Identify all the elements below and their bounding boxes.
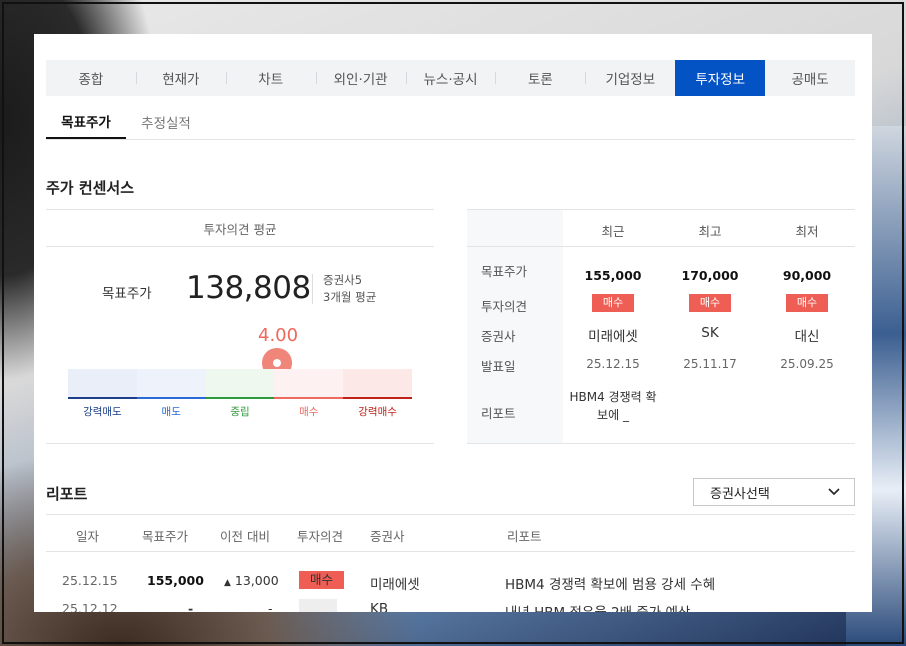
opinion-badge-empty	[299, 599, 337, 612]
header-change: 이전 대비	[220, 529, 270, 544]
scale-label-strong-buy: 강력매수	[358, 406, 397, 418]
buy-badge: 매수	[688, 294, 732, 312]
table-row[interactable]: 25.12.15 155,000 ▲ 13,000 매수 미래에셋 HBM4 경…	[46, 567, 855, 595]
scale-segment	[343, 369, 412, 397]
subtab-target-price[interactable]: 목표주가	[46, 104, 126, 139]
scale-line-segment	[343, 397, 412, 399]
table-row[interactable]: 25.12.12 - - KB 내년 HBM 점유율 2배 증가 예상	[46, 595, 855, 612]
header-opinion: 투자의견	[297, 529, 344, 544]
scale-line-segment	[205, 397, 275, 399]
report-title: 리포트	[46, 485, 88, 503]
subtab-estimated-earnings[interactable]: 추정실적	[126, 104, 206, 139]
tab-company-info[interactable]: 기업정보	[585, 60, 675, 96]
tab-current-price[interactable]: 현재가	[135, 60, 226, 96]
highest-opinion: 매수	[662, 294, 758, 312]
header-highest: 최고	[698, 224, 722, 239]
scale-segment	[68, 369, 137, 397]
target-price-label: 목표주가	[102, 286, 152, 302]
buy-badge: 매수	[299, 571, 345, 589]
sub-tabs: 목표주가 추정실적	[46, 104, 855, 140]
consensus-meta: 증권사5 3개월 평균	[323, 272, 376, 306]
row-broker: 미래에셋	[370, 577, 420, 593]
lowest-opinion: 매수	[759, 294, 855, 312]
broker-count: 증권사5	[323, 273, 363, 287]
recent-price: 155,000	[584, 268, 642, 283]
row-opinion	[299, 599, 337, 612]
row-label-report: 리포트	[481, 406, 516, 421]
tab-foreign-institution[interactable]: 외인·기관	[315, 60, 406, 96]
tab-news-disclosure[interactable]: 뉴스·공시	[405, 60, 496, 96]
recent-date: 25.12.15	[586, 357, 640, 371]
highest-broker: SK	[701, 325, 719, 341]
row-label-date: 발표일	[481, 359, 516, 374]
tab-investment-info[interactable]: 투자정보	[675, 60, 766, 96]
tab-summary[interactable]: 종합	[46, 60, 136, 96]
scale-line-segment	[274, 397, 344, 399]
recent-broker: 미래에셋	[588, 329, 638, 345]
opinion-scale-line	[68, 397, 412, 399]
consensus-average-header: 투자의견 평균	[46, 210, 434, 247]
scale-segment	[205, 369, 275, 397]
tab-chart[interactable]: 차트	[225, 60, 316, 96]
lowest-date: 25.09.25	[780, 357, 834, 371]
highest-date: 25.11.17	[683, 357, 737, 371]
row-date: 25.12.15	[62, 573, 118, 588]
row-change: -	[268, 601, 273, 612]
report-table-header: 일자 목표주가 이전 대비 투자의견 증권사 리포트	[46, 514, 855, 552]
chevron-down-icon	[828, 488, 840, 496]
row-opinion: 매수	[299, 571, 345, 589]
target-price-value: 138,808	[186, 270, 311, 306]
tab-short-selling[interactable]: 공매도	[765, 60, 855, 96]
tab-discussion[interactable]: 토론	[495, 60, 585, 96]
investment-info-panel: 종합 현재가 차트 외인·기관 뉴스·공시 토론 기업정보 투자정보 공매도 목…	[34, 34, 872, 612]
header-report: 리포트	[507, 529, 542, 544]
row-price: 155,000	[147, 573, 204, 588]
recent-high-low-table: 최근 최고 최저 목표주가 투자의견 증권사 발표일 리포트 155,000 1…	[467, 209, 855, 444]
main-tabs: 종합 현재가 차트 외인·기관 뉴스·공시 토론 기업정보 투자정보 공매도	[46, 60, 855, 96]
scale-label-neutral: 중립	[230, 406, 250, 418]
row-price: -	[188, 601, 194, 612]
broker-select[interactable]: 증권사선택	[693, 478, 855, 506]
recent-report-link[interactable]: HBM4 경쟁력 확보에 _	[568, 388, 658, 424]
scale-segment	[274, 369, 344, 397]
row-change: ▲ 13,000	[224, 573, 279, 588]
scale-label-buy: 매수	[299, 406, 319, 418]
row-date: 25.12.12	[62, 601, 118, 612]
average-period: 3개월 평균	[323, 290, 377, 304]
buy-badge: 매수	[591, 294, 635, 312]
consensus-average-box: 투자의견 평균 목표주가 138,808 증권사5 3개월 평균 4.00 강력…	[46, 209, 434, 444]
opinion-scale-labels: 강력매도 매도 중립 매수 강력매수	[68, 404, 412, 419]
header-broker: 증권사	[370, 529, 405, 544]
scale-label-strong-sell: 강력매도	[83, 406, 122, 418]
header-lowest: 최저	[795, 224, 819, 239]
highest-price: 170,000	[681, 268, 739, 283]
opinion-score: 4.00	[258, 325, 299, 346]
header-date: 일자	[76, 529, 100, 544]
row-label-target-price: 목표주가	[481, 264, 528, 279]
row-change-value: 13,000	[234, 573, 279, 588]
row-label-opinion: 투자의견	[481, 299, 528, 314]
scale-segment	[136, 369, 206, 397]
header-recent: 최근	[601, 224, 625, 239]
row-broker: KB	[370, 601, 389, 612]
lowest-broker: 대신	[794, 329, 820, 345]
row-report-link[interactable]: 내년 HBM 점유율 2배 증가 예상	[505, 601, 690, 612]
consensus-title: 주가 컨센서스	[46, 179, 135, 197]
scale-label-sell: 매도	[161, 406, 181, 418]
row-label-broker: 증권사	[481, 329, 516, 344]
broker-select-value: 증권사선택	[710, 486, 770, 502]
table-header: 최근 최고 최저	[467, 210, 855, 247]
scale-line-segment	[68, 397, 137, 399]
header-target-price: 목표주가	[142, 529, 189, 544]
opinion-scale-bar	[68, 369, 412, 399]
row-report-link[interactable]: HBM4 경쟁력 확보에 범용 강세 수혜	[505, 573, 715, 593]
lowest-price: 90,000	[782, 268, 832, 283]
scale-line-segment	[136, 397, 206, 399]
recent-opinion: 매수	[565, 294, 661, 312]
buy-badge: 매수	[785, 294, 829, 312]
up-arrow-icon: ▲	[224, 578, 231, 588]
divider	[312, 274, 313, 304]
